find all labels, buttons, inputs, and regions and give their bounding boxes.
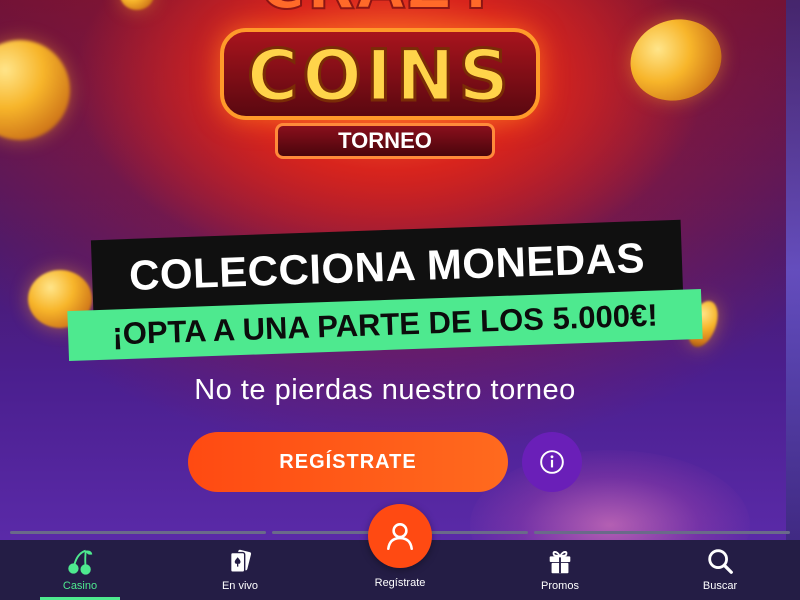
coin-decoration [120,0,154,10]
cherries-icon [68,549,93,575]
search-icon [708,549,733,574]
nav-label-casino: Casino [62,580,98,592]
edge-decoration [786,0,800,540]
user-icon [387,523,413,551]
coin-decoration [0,40,70,140]
nav-label-registrate: Regístrate [374,577,426,589]
logo-torneo-badge: TORNEO [275,123,495,159]
nav-label-en-vivo: En vivo [221,580,259,592]
promo-hero: CRAZY COINS TORNEO COLECCIONA MONEDAS ¡O… [0,0,800,540]
carousel-indicator[interactable] [534,531,790,534]
nav-label-promos: Promos [541,580,579,592]
coin-decoration [619,7,733,113]
nav-item-promos[interactable]: Promos [500,540,620,600]
nav-label-buscar: Buscar [702,580,738,592]
info-button[interactable] [522,432,582,492]
logo-word-coins: COINS [220,28,540,120]
carousel-indicator[interactable] [10,531,266,534]
glow-decoration [470,450,750,540]
nav-item-registrate[interactable] [368,504,432,568]
crazy-coins-logo: CRAZY COINS TORNEO [200,0,570,190]
logo-word-crazy: CRAZY [230,0,530,24]
promo-subtitle: No te pierdas nuestro torneo [194,374,576,406]
nav-item-casino[interactable]: Casino [20,540,140,600]
playing-cards-icon [229,549,252,573]
nav-item-en-vivo[interactable]: En vivo [180,540,300,600]
register-cta-button[interactable]: REGÍSTRATE [188,432,508,492]
gift-icon [549,551,571,574]
nav-item-buscar[interactable]: Buscar [660,540,780,600]
info-icon [540,450,564,474]
